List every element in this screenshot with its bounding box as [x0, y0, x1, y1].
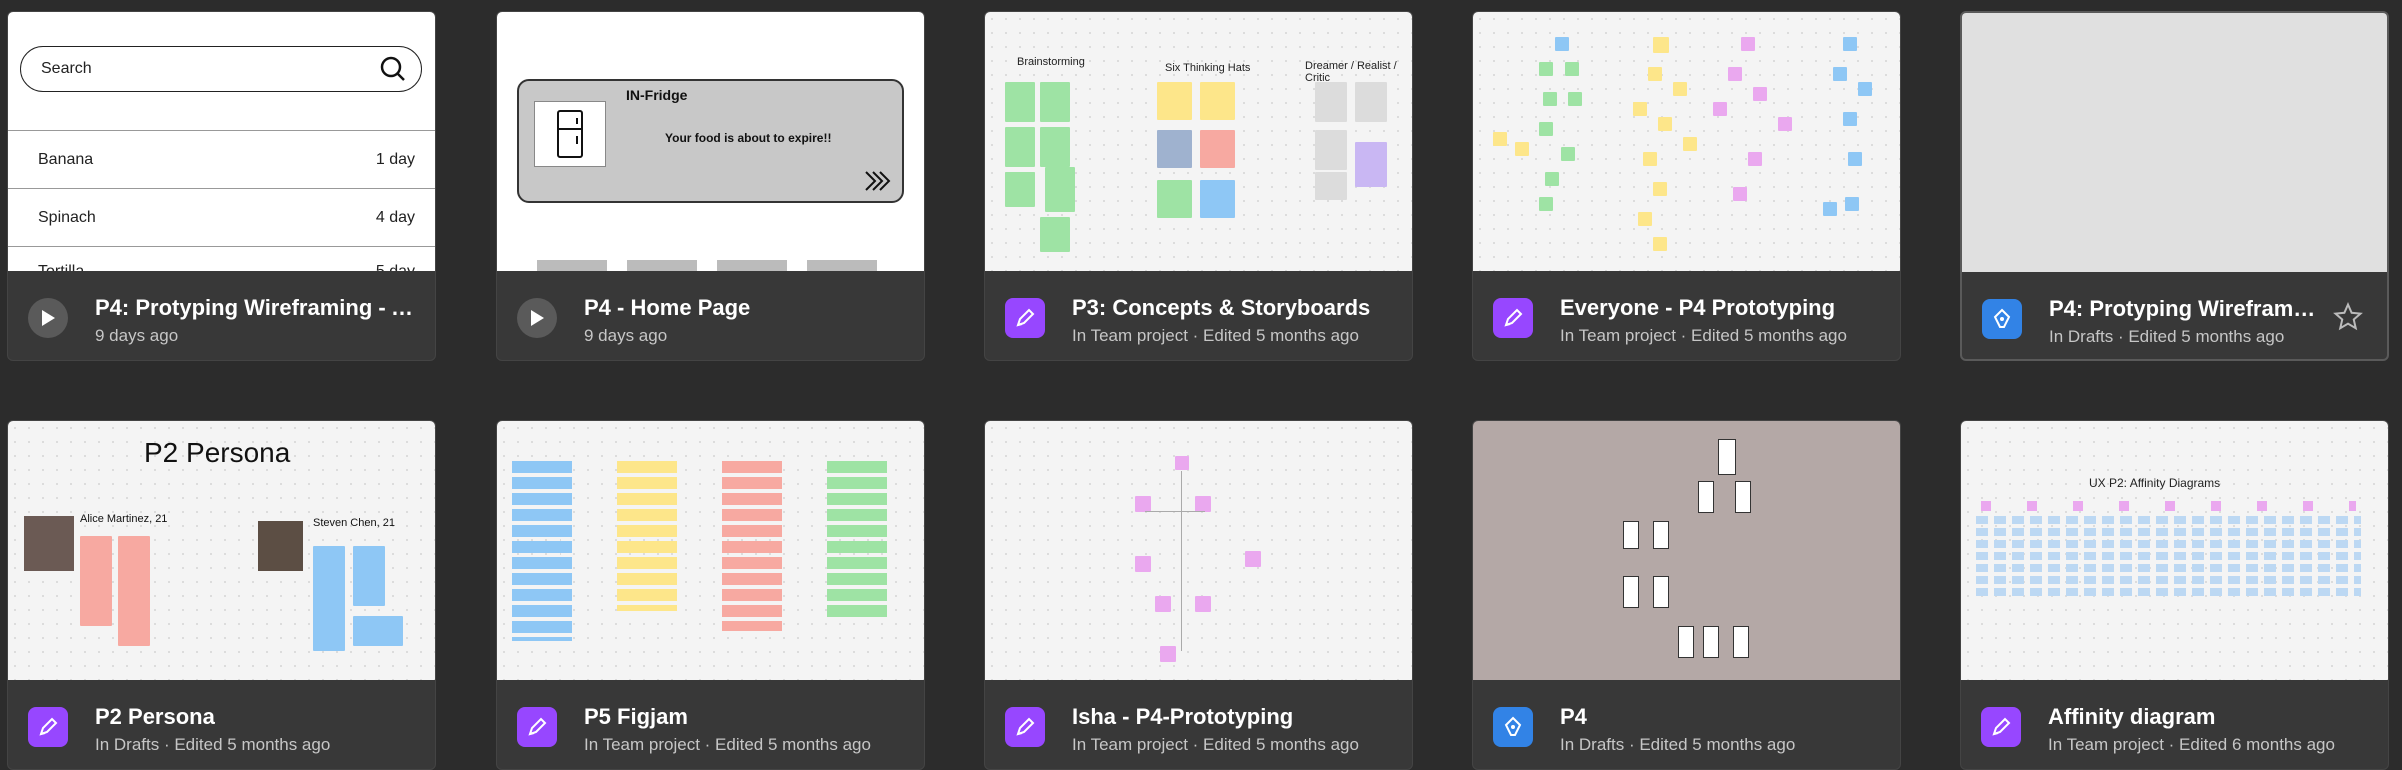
file-subtitle: 9 days ago [95, 326, 179, 345]
list-item: Tortilla 5 day [8, 247, 435, 271]
avatar [258, 521, 303, 571]
play-icon[interactable] [517, 298, 557, 338]
file-thumbnail [497, 421, 924, 680]
file-card[interactable]: Everyone - P4 Prototyping In Team projec… [1472, 11, 1901, 361]
thumb-message: Your food is about to expire!! [665, 131, 832, 145]
figjam-icon [1005, 707, 1045, 747]
search-icon [380, 56, 405, 81]
file-title[interactable]: Affinity diagram [2048, 704, 2368, 730]
file-thumbnail [1962, 13, 2387, 272]
figjam-icon [517, 707, 557, 747]
file-card[interactable]: Brainstorming Six Thinking Hats Dreamer … [984, 11, 1413, 361]
chevrons-right-icon [865, 171, 891, 191]
file-subtitle: In Team project · Edited 6 months ago [2048, 735, 2335, 754]
play-icon[interactable] [28, 298, 68, 338]
file-thumbnail: Search Banana 1 day Spinach 4 day Tortil… [8, 12, 435, 271]
file-thumbnail: P2 Persona Alice Martinez, 21 Steven Che… [8, 421, 435, 680]
file-title[interactable]: P3: Concepts & Storyboards [1072, 295, 1392, 321]
thumb-search-box: Search [20, 46, 422, 92]
file-card[interactable]: P4 In Drafts · Edited 5 months ago [1472, 420, 1901, 770]
file-title[interactable]: P2 Persona [95, 704, 415, 730]
file-subtitle: In Drafts · Edited 5 months ago [2049, 327, 2285, 346]
thumb-title: P2 Persona [144, 437, 291, 468]
file-card[interactable]: UX P2: Affinity Diagrams Affinity diagra… [1960, 420, 2389, 770]
file-title[interactable]: P4 - Home Page [584, 295, 904, 321]
file-subtitle: In Drafts · Edited 5 months ago [1560, 735, 1796, 754]
file-thumbnail: UX P2: Affinity Diagrams [1961, 421, 2388, 680]
file-card[interactable]: P4: Protyping Wireframing In Drafts · Ed… [1960, 11, 2389, 361]
file-subtitle: In Team project · Edited 5 months ago [584, 735, 871, 754]
figjam-icon [28, 707, 68, 747]
file-subtitle: In Team project · Edited 5 months ago [1072, 735, 1359, 754]
file-title[interactable]: Isha - P4-Prototyping [1072, 704, 1392, 730]
design-file-icon [1982, 299, 2022, 339]
file-title[interactable]: P4: Protyping Wireframing - A... [95, 295, 415, 321]
file-thumbnail: IN-Fridge Your food is about to expire!! [497, 12, 924, 271]
file-subtitle: In Team project · Edited 5 months ago [1072, 326, 1359, 345]
list-item: Spinach 4 day [38, 209, 415, 226]
file-card[interactable]: P2 Persona Alice Martinez, 21 Steven Che… [7, 420, 436, 770]
file-thumbnail [1473, 12, 1900, 271]
file-subtitle: In Drafts · Edited 5 months ago [95, 735, 331, 754]
file-card[interactable]: Isha - P4-Prototyping In Team project · … [984, 420, 1413, 770]
star-icon[interactable] [2333, 302, 2363, 332]
design-file-icon [1493, 707, 1533, 747]
file-thumbnail [985, 421, 1412, 680]
list-item: Banana 1 day [38, 151, 415, 168]
file-card[interactable]: IN-Fridge Your food is about to expire!!… [496, 11, 925, 361]
file-title[interactable]: P5 Figjam [584, 704, 904, 730]
file-title[interactable]: P4 [1560, 704, 1880, 730]
figjam-icon [1005, 298, 1045, 338]
avatar [24, 516, 74, 571]
file-title[interactable]: P4: Protyping Wireframing [2049, 296, 2317, 322]
file-thumbnail: Brainstorming Six Thinking Hats Dreamer … [985, 12, 1412, 271]
fridge-icon [534, 101, 606, 167]
thumb-search-label: Search [41, 60, 92, 77]
file-thumbnail [1473, 421, 1900, 680]
file-subtitle: 9 days ago [584, 326, 668, 345]
file-card[interactable]: P5 Figjam In Team project · Edited 5 mon… [496, 420, 925, 770]
thumb-app-title: IN-Fridge [626, 87, 688, 103]
thumb-notification-box: IN-Fridge Your food is about to expire!! [517, 79, 904, 203]
figjam-icon [1981, 707, 2021, 747]
file-card[interactable]: Search Banana 1 day Spinach 4 day Tortil… [7, 11, 436, 361]
figjam-icon [1493, 298, 1533, 338]
file-title[interactable]: Everyone - P4 Prototyping [1560, 295, 1880, 321]
file-subtitle: In Team project · Edited 5 months ago [1560, 326, 1847, 345]
